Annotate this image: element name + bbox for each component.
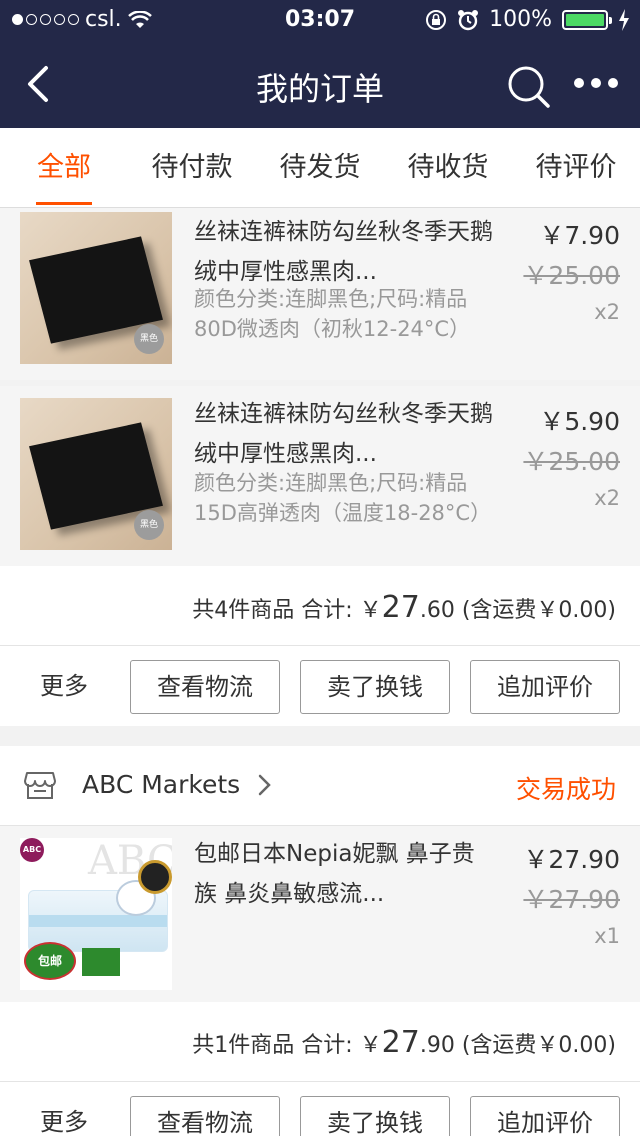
- battery-percent: 100%: [489, 7, 552, 32]
- total-decimal: .60: [419, 598, 455, 623]
- more-options-icon[interactable]: [574, 78, 618, 88]
- free-shipping-badge: 包邮: [24, 942, 76, 980]
- chevron-right-icon: [258, 774, 271, 796]
- total-currency: ￥: [359, 1033, 382, 1058]
- product-quantity: x2: [594, 300, 620, 324]
- product-quantity: x2: [594, 486, 620, 510]
- order-status: 交易成功: [515, 775, 616, 804]
- add-review-button[interactable]: 追加评价: [470, 660, 620, 714]
- product-original-price: ￥25.00: [523, 261, 620, 290]
- product-quantity: x1: [594, 924, 620, 948]
- shipping-fee: (含运费￥0.00): [461, 1033, 616, 1058]
- product-sku: 颜色分类:连脚黑色;尺码:精品15D高弹透肉（温度18-28°C）: [194, 471, 492, 525]
- shop-header[interactable]: ABC Markets 交易成功: [0, 746, 640, 826]
- total-label: 合计:: [301, 598, 353, 623]
- status-bar: csl. 03:07 100%: [0, 0, 640, 40]
- promo-tag: [82, 948, 120, 976]
- tab-all[interactable]: 全部: [0, 128, 128, 207]
- item-count: 共1件商品: [192, 1033, 295, 1058]
- shop-name[interactable]: ABC Markets: [82, 770, 240, 799]
- more-link[interactable]: 更多: [40, 1082, 88, 1136]
- view-logistics-button[interactable]: 查看物流: [130, 660, 280, 714]
- tab-pending-review[interactable]: 待评价: [512, 128, 640, 207]
- product-name: 丝袜连裤袜防勾丝秋冬季天鹅绒中厚性感黑肉...: [194, 401, 493, 467]
- order-item[interactable]: 黑色 丝袜连裤袜防勾丝秋冬季天鹅绒中厚性感黑肉... 颜色分类:连脚黑色;尺码:…: [0, 386, 640, 566]
- product-original-price: ￥27.90: [523, 885, 620, 914]
- product-name: 丝袜连裤袜防勾丝秋冬季天鹅绒中厚性感黑肉...: [194, 219, 493, 285]
- product-price: ￥7.90: [539, 221, 620, 250]
- product-name: 包邮日本Nepia妮飘 鼻子贵族 鼻炎鼻敏感流...: [194, 841, 475, 907]
- product-price: ￥5.90: [539, 407, 620, 436]
- alarm-icon: [458, 9, 479, 30]
- award-seal-icon: [138, 860, 172, 894]
- total-currency: ￥: [359, 598, 382, 623]
- total-label: 合计:: [301, 1033, 353, 1058]
- product-sku: 颜色分类:连脚黑色;尺码:精品80D微透肉（初秋12-24°C）: [194, 287, 471, 341]
- order-actions: 更多 查看物流 卖了换钱 追加评价: [0, 1082, 640, 1136]
- order-item[interactable]: 黑色 丝袜连裤袜防勾丝秋冬季天鹅绒中厚性感黑肉... 颜色分类:连脚黑色;尺码:…: [0, 208, 640, 380]
- product-original-price: ￥25.00: [523, 447, 620, 476]
- product-thumbnail: 黑色: [20, 398, 172, 550]
- add-review-button[interactable]: 追加评价: [470, 1096, 620, 1136]
- shop-logo: ABC: [20, 838, 44, 862]
- order-actions: 更多 查看物流 卖了换钱 追加评价: [0, 646, 640, 726]
- product-thumbnail: 黑色: [20, 212, 172, 364]
- rotation-lock-icon: [426, 9, 447, 30]
- product-price: ￥27.90: [523, 845, 620, 874]
- battery-icon: [562, 9, 612, 30]
- tab-pending-receipt[interactable]: 待收货: [384, 128, 512, 207]
- order-tabs: 全部 待付款 待发货 待收货 待评价: [0, 128, 640, 208]
- tab-pending-shipment[interactable]: 待发货: [256, 128, 384, 207]
- order-item[interactable]: ABC ABC 包邮 包邮日本Nepia妮飘 鼻子贵族 鼻炎鼻敏感流... ￥2…: [0, 826, 640, 1002]
- charging-icon: [619, 8, 629, 31]
- order-summary: 共1件商品 合计: ￥27.90 (含运费￥0.00): [0, 1002, 640, 1082]
- order-summary: 共4件商品 合计: ￥27.60 (含运费￥0.00): [0, 566, 640, 646]
- navigation-bar: 我的订单: [0, 40, 640, 128]
- product-thumbnail: ABC ABC 包邮: [20, 838, 172, 990]
- status-right: 100%: [425, 7, 630, 32]
- store-icon: [24, 772, 56, 799]
- more-link[interactable]: 更多: [40, 646, 88, 726]
- resell-button[interactable]: 卖了换钱: [300, 1096, 450, 1136]
- color-badge: 黑色: [134, 510, 164, 540]
- tab-pending-payment[interactable]: 待付款: [128, 128, 256, 207]
- shipping-fee: (含运费￥0.00): [461, 598, 616, 623]
- total-decimal: .90: [419, 1033, 455, 1058]
- total-integer: 27: [381, 1025, 420, 1060]
- resell-button[interactable]: 卖了换钱: [300, 660, 450, 714]
- search-icon[interactable]: [506, 64, 552, 110]
- item-count: 共4件商品: [192, 598, 295, 623]
- color-badge: 黑色: [134, 324, 164, 354]
- total-integer: 27: [381, 590, 420, 625]
- top-bar: csl. 03:07 100% 我的订单: [0, 0, 640, 128]
- view-logistics-button[interactable]: 查看物流: [130, 1096, 280, 1136]
